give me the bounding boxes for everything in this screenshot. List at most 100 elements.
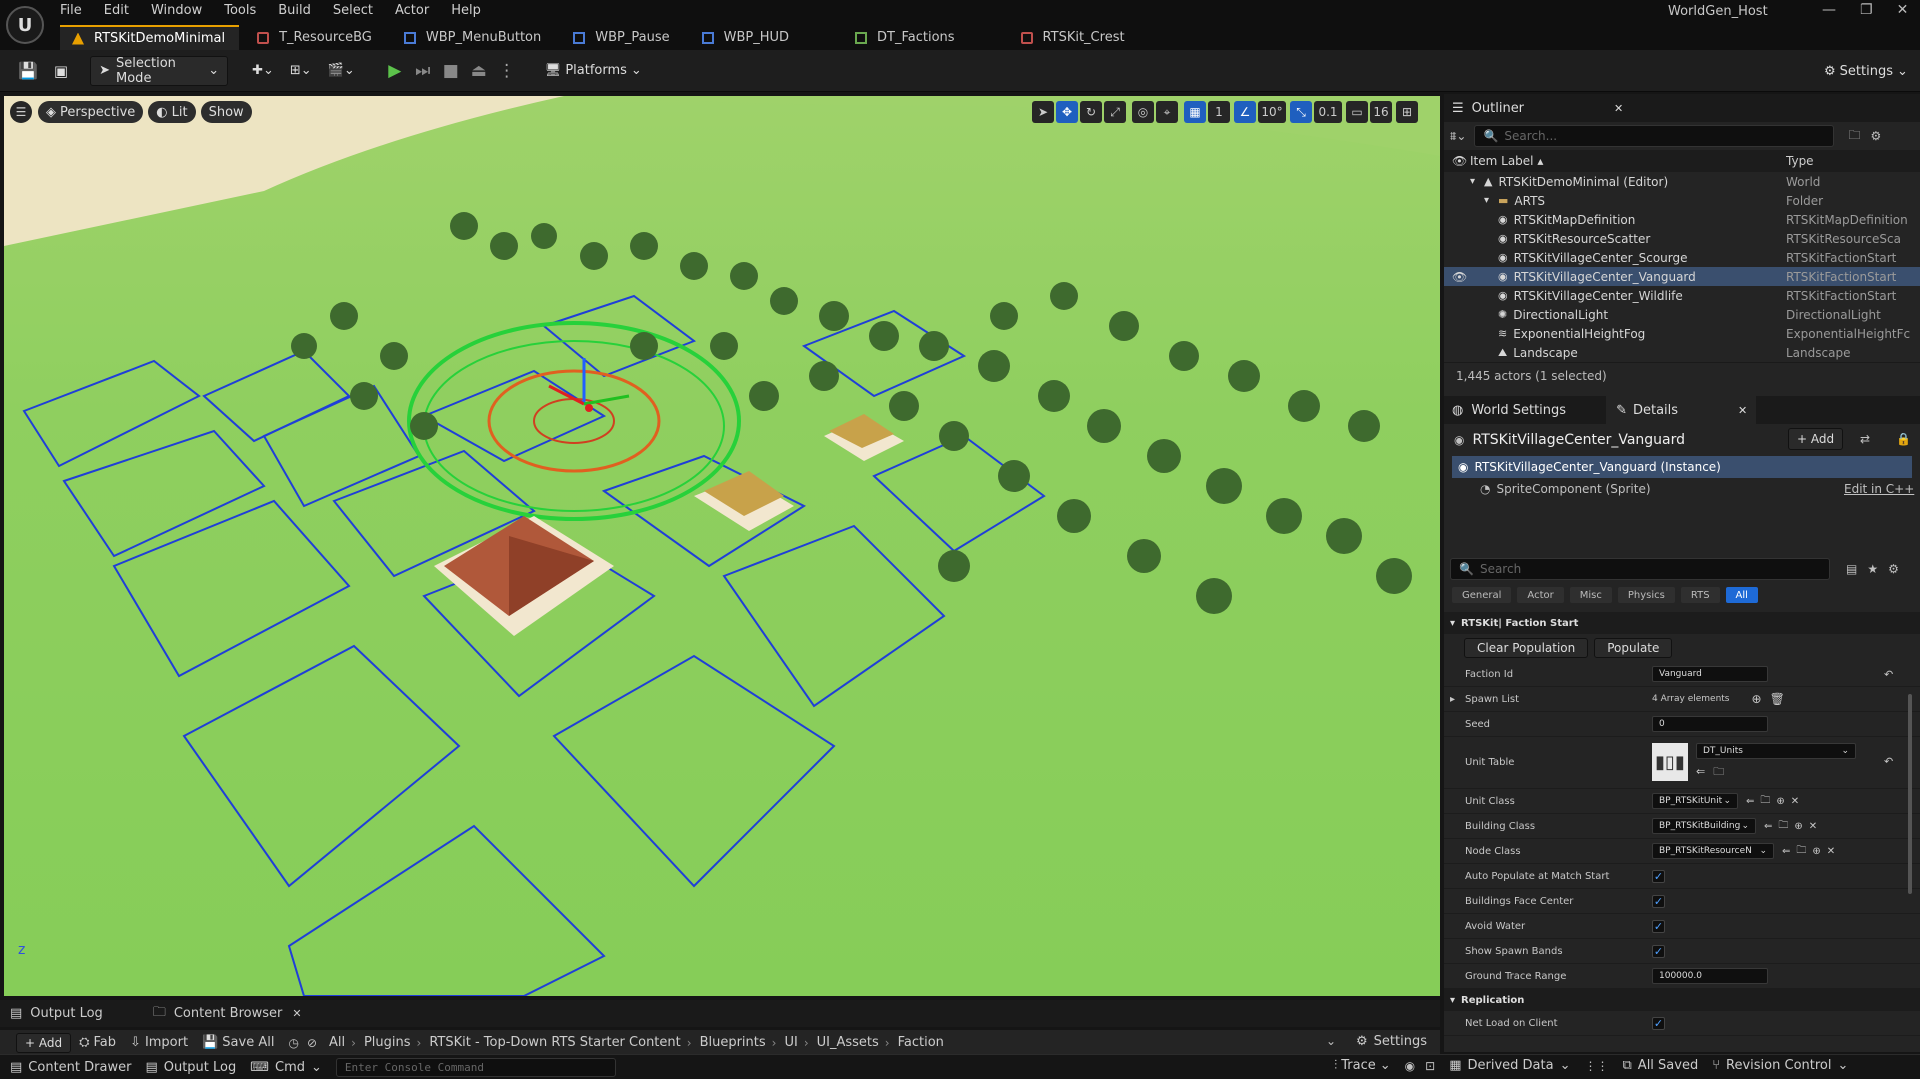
show-button[interactable]: Show bbox=[200, 101, 252, 123]
surface-snap-icon[interactable]: ⌖ bbox=[1156, 101, 1178, 123]
node-class-select[interactable]: BP_RTSKitResourceN ⌄ bbox=[1652, 843, 1774, 859]
use-selected-icon[interactable]: ⇐ bbox=[1696, 765, 1705, 778]
close-icon[interactable]: ✕ bbox=[1614, 102, 1623, 115]
browse-folder-icon[interactable]: 🗀 bbox=[1713, 765, 1724, 778]
table-view-icon[interactable]: ▤ bbox=[1846, 562, 1857, 576]
browse-folder-icon[interactable]: 🗀 bbox=[1778, 818, 1788, 835]
checkbox[interactable]: ✓ bbox=[1652, 869, 1665, 883]
item-label-column[interactable]: Item Label ▴ bbox=[1470, 154, 1543, 168]
outliner-row[interactable]: ≋ ExponentialHeightFog ExponentialHeightFc bbox=[1444, 324, 1920, 343]
add-button[interactable]: + Add bbox=[16, 1032, 72, 1053]
reset-icon[interactable]: ↶ bbox=[1884, 668, 1893, 681]
stop-icon[interactable]: ■ bbox=[440, 60, 462, 82]
use-selected-icon[interactable]: ⇐ bbox=[1746, 796, 1754, 807]
add-icon[interactable]: ⊕ bbox=[1812, 846, 1820, 857]
rotation-snap-value[interactable]: 10° bbox=[1258, 101, 1286, 123]
browse-folder-icon[interactable]: 🗀 bbox=[1796, 843, 1806, 860]
maximize-viewport-icon[interactable]: ⊞ bbox=[1396, 101, 1418, 123]
unit-table-select[interactable]: DT_Units ⌄ bbox=[1696, 743, 1856, 759]
scale-snap-icon[interactable]: ⤡ bbox=[1290, 101, 1312, 123]
scale-snap-value[interactable]: 0.1 bbox=[1314, 101, 1342, 123]
tab-dt-factions[interactable]: DT_Factions bbox=[843, 25, 969, 50]
add-element-icon[interactable]: ⊕ bbox=[1752, 692, 1762, 706]
cmd-dropdown[interactable]: ⌨ Cmd ⌄ bbox=[250, 1060, 322, 1075]
menu-file[interactable]: File bbox=[60, 0, 82, 22]
content-drawer-button[interactable]: ▤ Content Drawer bbox=[10, 1060, 131, 1075]
ground-trace-field[interactable]: 100000.0 bbox=[1652, 968, 1768, 984]
cinematics-button[interactable]: 🎬⌄ bbox=[320, 56, 363, 86]
step-icon[interactable]: ⏭ bbox=[412, 60, 434, 82]
chevron-right-icon[interactable]: ▸ bbox=[1450, 694, 1455, 705]
clear-icon[interactable]: ✕ bbox=[1791, 796, 1799, 807]
close-icon[interactable]: ✕ bbox=[292, 1007, 301, 1020]
outliner-row[interactable]: 👁 ◉ RTSKitVillageCenter_Vanguard RTSKitFact… bbox=[1444, 267, 1920, 286]
source-control-icon[interactable]: ⋮⋮ bbox=[1585, 1059, 1609, 1073]
restore-icon[interactable]: ❐ bbox=[1860, 2, 1873, 18]
blueprint-icon[interactable]: ⇄ bbox=[1860, 432, 1870, 446]
content-settings-button[interactable]: ⚙ Settings bbox=[1356, 1034, 1427, 1049]
revision-control-button[interactable]: ⑂ Revision Control ⌄ bbox=[1712, 1058, 1848, 1073]
checkbox[interactable]: ✓ bbox=[1652, 944, 1665, 958]
save-all-button[interactable]: 💾 Save All bbox=[202, 1035, 274, 1050]
breadcrumb-item[interactable]: RTSKit - Top-Down RTS Starter Content bbox=[429, 1035, 680, 1050]
outliner-row[interactable]: ◉ RTSKitVillageCenter_Wildlife RTSKitFacti… bbox=[1444, 286, 1920, 305]
fab-button[interactable]: ⛭ Fab bbox=[79, 1035, 116, 1050]
add-icon[interactable]: ⊕ bbox=[1776, 796, 1784, 807]
record-icon[interactable]: ◉ bbox=[1405, 1059, 1415, 1073]
sync-icon[interactable]: ⊘ bbox=[307, 1036, 317, 1050]
content-browse-icon[interactable]: ▣ bbox=[46, 56, 76, 86]
filter-rts[interactable]: RTS bbox=[1680, 587, 1720, 603]
play-icon[interactable]: ▶ bbox=[384, 60, 406, 82]
favorite-star-icon[interactable]: ★ bbox=[1867, 562, 1878, 576]
import-button[interactable]: ⇩ Import bbox=[130, 1035, 188, 1050]
tab-wbp-pause[interactable]: WBP_Pause bbox=[561, 25, 683, 50]
populate-button[interactable]: Populate bbox=[1594, 638, 1673, 658]
building-class-select[interactable]: BP_RTSKitBuilding ⌄ bbox=[1652, 818, 1756, 834]
close-icon[interactable]: ✕ bbox=[1897, 2, 1909, 18]
grid-snap-value[interactable]: 1 bbox=[1208, 101, 1230, 123]
seed-field[interactable]: 0 bbox=[1652, 716, 1768, 732]
category-faction-start[interactable]: ▾ RTSKit| Faction Start bbox=[1444, 612, 1920, 634]
menu-tools[interactable]: Tools bbox=[224, 0, 256, 22]
selection-mode-button[interactable]: ➤ Selection Mode ⌄ bbox=[90, 55, 229, 86]
add-folder-icon[interactable]: 🗀 bbox=[1848, 126, 1860, 147]
save-icon[interactable]: 💾 bbox=[10, 56, 46, 86]
viewport-menu-icon[interactable]: ☰ bbox=[10, 101, 32, 123]
add-icon[interactable]: ⊕ bbox=[1794, 821, 1802, 832]
visibility-icon[interactable]: 👁 bbox=[1452, 270, 1467, 284]
tab-content-browser[interactable]: 🗀 Content Browser ✕ bbox=[153, 1003, 302, 1025]
grid-snap-icon[interactable]: ▦ bbox=[1184, 101, 1206, 123]
breadcrumb-item[interactable]: UI_Assets bbox=[817, 1035, 879, 1050]
blueprint-button[interactable]: ⊞⌄ bbox=[282, 56, 320, 86]
menu-edit[interactable]: Edit bbox=[104, 0, 129, 22]
filter-general[interactable]: General bbox=[1452, 587, 1512, 603]
eject-icon[interactable]: ⏏ bbox=[468, 60, 490, 82]
expand-icon[interactable]: ▾ bbox=[1470, 176, 1480, 187]
tab-world-settings[interactable]: World Settings bbox=[1471, 403, 1566, 418]
output-log-button[interactable]: ▤ Output Log bbox=[145, 1060, 236, 1075]
edit-in-cpp-link[interactable]: Edit in C++ bbox=[1844, 482, 1914, 496]
outliner-row[interactable]: ⛰ Landscape Landscape bbox=[1444, 343, 1920, 362]
category-replication[interactable]: ▾ Replication bbox=[1444, 989, 1920, 1011]
type-column[interactable]: Type bbox=[1786, 154, 1910, 168]
browse-folder-icon[interactable]: 🗀 bbox=[1760, 793, 1770, 810]
filter-physics[interactable]: Physics bbox=[1617, 587, 1675, 603]
console-command-input[interactable]: Enter Console Command bbox=[335, 1057, 616, 1077]
clear-icon[interactable]: ✕ bbox=[1809, 821, 1817, 832]
outliner-row[interactable]: ▾ ▬ ARTS Folder bbox=[1444, 191, 1920, 210]
add-component-button[interactable]: + Add bbox=[1788, 428, 1844, 450]
scale-tool-icon[interactable]: ⤢ bbox=[1104, 101, 1126, 123]
checkbox[interactable]: ✓ bbox=[1652, 919, 1665, 933]
tab-output-log[interactable]: ▤ Output Log bbox=[10, 1006, 103, 1021]
rotation-snap-icon[interactable]: ∠ bbox=[1234, 101, 1256, 123]
expand-icon[interactable]: ▾ bbox=[1484, 195, 1494, 206]
platforms-button[interactable]: 🖥 Platforms ⌄ bbox=[537, 56, 650, 86]
trash-icon[interactable]: 🗑 bbox=[1770, 692, 1785, 706]
menu-select[interactable]: Select bbox=[333, 0, 373, 22]
breadcrumb-item[interactable]: Blueprints bbox=[700, 1035, 766, 1050]
world-space-icon[interactable]: ◎ bbox=[1132, 101, 1154, 123]
outliner-row[interactable]: ◉ RTSKitResourceScatter RTSKitResourceSca bbox=[1444, 229, 1920, 248]
use-selected-icon[interactable]: ⇐ bbox=[1782, 846, 1790, 857]
menu-window[interactable]: Window bbox=[151, 0, 202, 22]
tab-wbp-hud[interactable]: WBP_HUD bbox=[690, 25, 803, 50]
